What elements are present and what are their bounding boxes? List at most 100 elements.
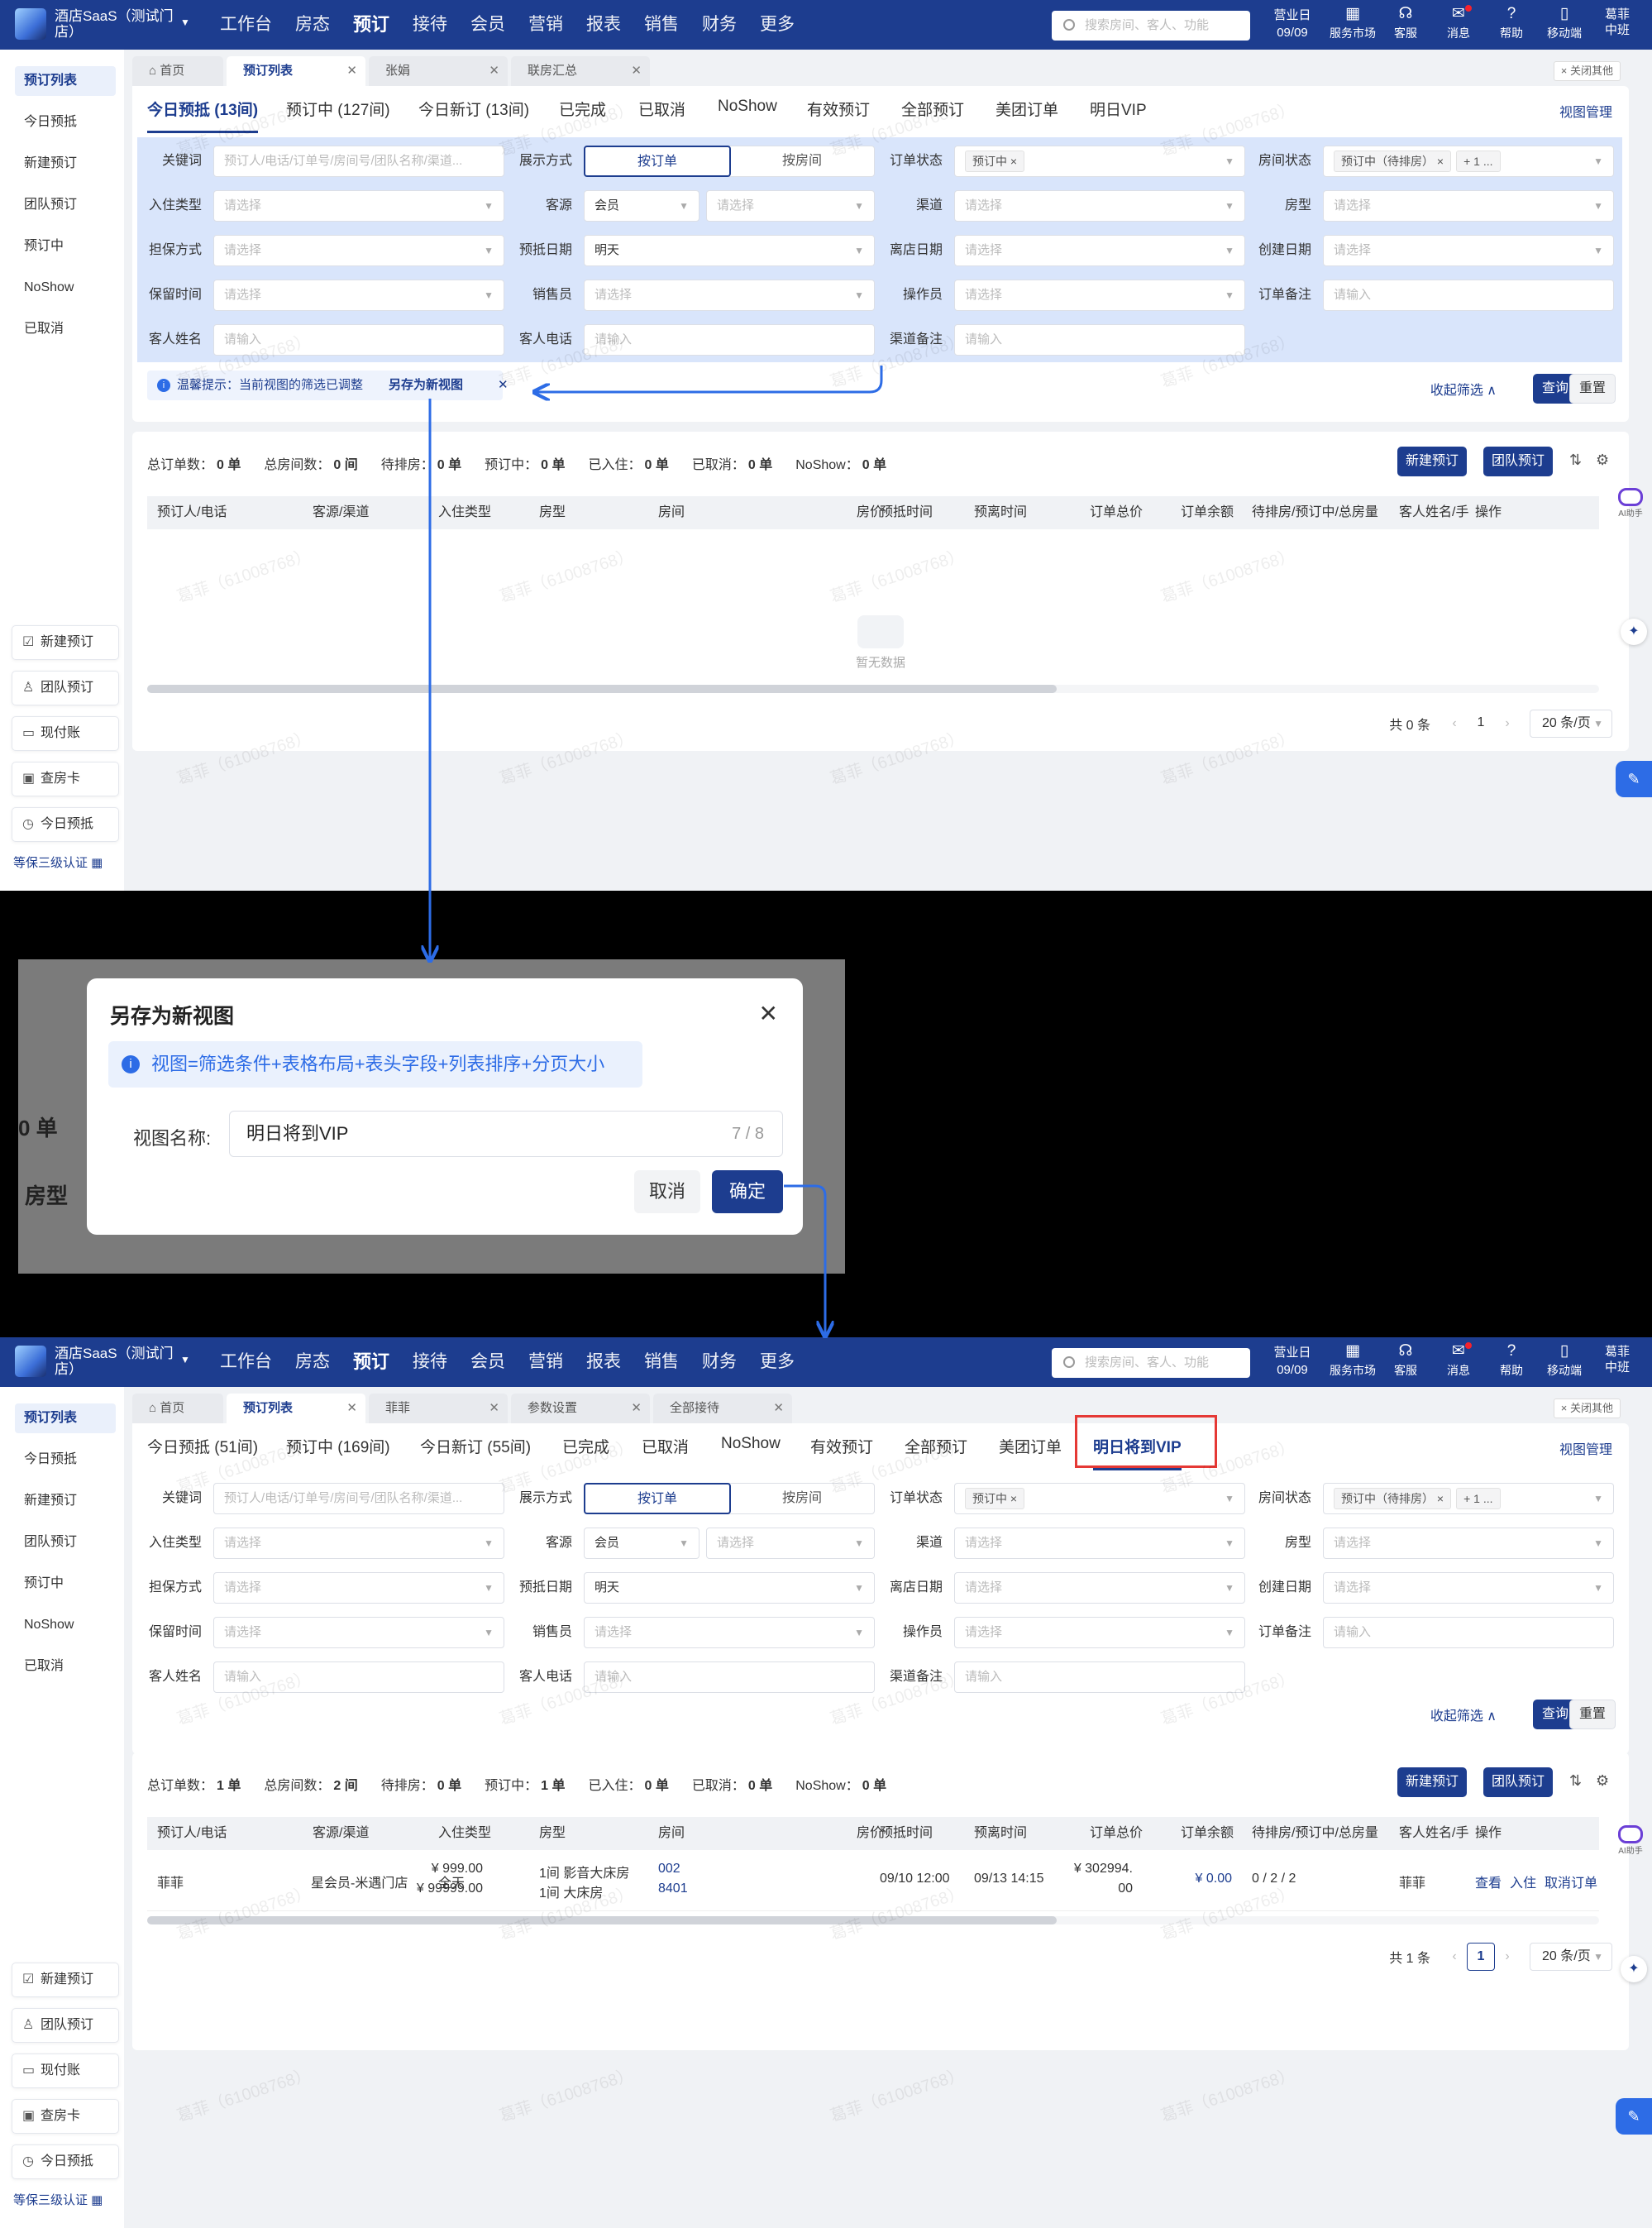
cell-balance[interactable]: ¥ 0.00	[1196, 1872, 1232, 1886]
sidebar-item-booking-in-progress[interactable]: 预订中	[15, 1569, 116, 1599]
nav-report[interactable]: 报表	[575, 0, 633, 50]
confirm-button[interactable]: 确定	[712, 1170, 783, 1213]
cancel-order-link[interactable]: 取消订单	[1545, 1872, 1597, 1891]
user-menu[interactable]: 葛菲 中班	[1591, 3, 1644, 41]
message-button[interactable]: ✉ 消息	[1432, 3, 1485, 41]
quick-group-booking-button[interactable]: ♙ 团队预订	[12, 2008, 119, 2043]
quick-today-arrival-button[interactable]: ◷ 今日预抵	[12, 807, 119, 842]
help-button[interactable]: ? 帮助	[1485, 3, 1538, 41]
tab-home[interactable]: ⌂ 首页	[132, 56, 223, 86]
sidebar-item-cancelled[interactable]: 已取消	[15, 314, 116, 344]
page-size-select[interactable]: 20 条/页 ▼	[1530, 1943, 1612, 1971]
checkin-type-select[interactable]: 请选择 ▼	[213, 190, 504, 222]
gear-icon[interactable]: ⚙	[1596, 1772, 1609, 1790]
nav-booking[interactable]: 预订	[341, 0, 401, 50]
operator-select[interactable]: 请选择 ▼	[954, 1617, 1245, 1648]
prev-page-icon[interactable]: ‹	[1442, 1949, 1467, 1964]
customer-service-button[interactable]: ☊ 客服	[1379, 1341, 1432, 1379]
horizontal-scrollbar[interactable]	[147, 685, 1599, 693]
operator-select[interactable]: 请选择 ▼	[954, 280, 1245, 311]
security-cert-link[interactable]: 等保三级认证 ▦	[13, 2191, 103, 2208]
channel-select[interactable]: 请选择 ▼	[954, 1528, 1245, 1559]
sidebar-item-cancelled[interactable]: 已取消	[15, 1652, 116, 1681]
sidebar-item-booking-list[interactable]: 预订列表	[15, 1403, 116, 1433]
tab-guest[interactable]: 张娟 ✕	[369, 56, 508, 86]
tab-all-reception[interactable]: 全部接待 ✕	[653, 1394, 792, 1423]
close-icon[interactable]: ✕	[773, 1394, 784, 1423]
keyword-input[interactable]: 预订人/电话/订单号/房间号/团队名称/渠道...	[213, 1483, 504, 1514]
view-tab-tomorrow-vip[interactable]: 明日VIP	[1090, 98, 1147, 120]
prev-page-icon[interactable]: ‹	[1442, 716, 1467, 731]
arrive-date-select[interactable]: 明天 ▼	[584, 1572, 875, 1604]
service-market-button[interactable]: ▦ 服务市场	[1326, 3, 1379, 41]
channel-select[interactable]: 请选择 ▼	[954, 190, 1245, 222]
sidebar-item-today-arrival[interactable]: 今日预抵	[15, 108, 116, 137]
close-others-button[interactable]: × 关闭其他	[1553, 1398, 1621, 1418]
nav-marketing[interactable]: 营销	[517, 1337, 575, 1387]
nav-sales[interactable]: 销售	[633, 0, 690, 50]
close-icon[interactable]: ✕	[631, 1394, 642, 1423]
collapse-filter-link[interactable]: 收起筛选 ∧	[1430, 1704, 1497, 1724]
view-tab-today-new[interactable]: 今日新订 (55间)	[420, 1435, 531, 1457]
global-search-input[interactable]: 搜索房间、客人、功能	[1052, 11, 1250, 41]
collapse-filter-link[interactable]: 收起筛选 ∧	[1430, 379, 1497, 399]
close-icon[interactable]: ✕	[346, 1394, 357, 1423]
salesperson-select[interactable]: 请选择 ▼	[584, 1617, 875, 1648]
nav-finance[interactable]: 财务	[690, 1337, 748, 1387]
mobile-button[interactable]: ▯ 移动端	[1538, 1341, 1591, 1379]
help-button[interactable]: ? 帮助	[1485, 1341, 1538, 1379]
sidebar-item-booking-list[interactable]: 预订列表	[15, 66, 116, 96]
security-cert-link[interactable]: 等保三级认证 ▦	[13, 853, 103, 871]
source-sub-select[interactable]: 请选择 ▼	[706, 1528, 875, 1559]
checkin-type-select[interactable]: 请选择 ▼	[213, 1528, 504, 1559]
nav-marketing[interactable]: 营销	[517, 0, 575, 50]
tab-settings[interactable]: 参数设置 ✕	[511, 1394, 650, 1423]
tab-guest[interactable]: 菲菲 ✕	[369, 1394, 508, 1423]
new-booking-button[interactable]: 新建预订	[1397, 447, 1467, 476]
order-status-select[interactable]: 预订中 × ▼	[954, 146, 1245, 177]
close-icon[interactable]: ✕	[498, 371, 508, 400]
view-tab-today-arrival[interactable]: 今日预抵 (51间)	[147, 1435, 258, 1457]
sidebar-item-today-arrival[interactable]: 今日预抵	[15, 1445, 116, 1475]
ai-assistant-button[interactable]: AI助手	[1616, 1825, 1645, 1856]
table-row[interactable]: 菲菲 星会员-米遇门店 全天 1间 影音大床房 1间 大床房 002 8401 …	[147, 1850, 1599, 1911]
view-tab-in-progress[interactable]: 预订中 (169间)	[286, 1435, 390, 1457]
user-menu[interactable]: 葛菲 中班	[1591, 1341, 1644, 1379]
source-select[interactable]: 会员 ▼	[584, 1528, 699, 1559]
sparkle-icon[interactable]: ✦	[1621, 1956, 1647, 1982]
mobile-button[interactable]: ▯ 移动端	[1538, 3, 1591, 41]
cell-room-2[interactable]: 8401	[658, 1881, 688, 1896]
quick-room-card-button[interactable]: ▣ 查房卡	[12, 2099, 119, 2134]
order-remark-input[interactable]: 请输入	[1323, 280, 1614, 311]
nav-more[interactable]: 更多	[748, 1337, 806, 1387]
nav-more[interactable]: 更多	[748, 0, 806, 50]
close-others-button[interactable]: × 关闭其他	[1553, 61, 1621, 81]
new-booking-button[interactable]: 新建预订	[1397, 1767, 1467, 1797]
close-icon[interactable]: ✕	[631, 56, 642, 86]
nav-room-status[interactable]: 房态	[284, 1337, 341, 1387]
view-tab-noshow[interactable]: NoShow	[721, 1435, 781, 1453]
group-booking-button[interactable]: 团队预订	[1483, 1767, 1553, 1797]
nav-reception[interactable]: 接待	[401, 1337, 459, 1387]
arrive-date-select[interactable]: 明天 ▼	[584, 235, 875, 266]
view-tab-cancelled[interactable]: 已取消	[638, 98, 685, 120]
cell-room-1[interactable]: 002	[658, 1862, 680, 1877]
edit-note-icon[interactable]: ✎	[1616, 2098, 1652, 2135]
create-date-select[interactable]: 请选择 ▼	[1323, 235, 1614, 266]
view-tab-meituan[interactable]: 美团订单	[999, 1435, 1062, 1457]
reset-button[interactable]: 重置	[1569, 1700, 1616, 1729]
quick-cash-account-button[interactable]: ▭ 现付账	[12, 716, 119, 751]
reset-button[interactable]: 重置	[1569, 374, 1616, 404]
sidebar-item-group-booking[interactable]: 团队预订	[15, 190, 116, 220]
nav-booking[interactable]: 预订	[341, 1337, 401, 1387]
chevron-down-icon[interactable]: ▼	[180, 1354, 190, 1365]
global-search-input[interactable]: 搜索房间、客人、功能	[1052, 1348, 1250, 1378]
next-page-icon[interactable]: ›	[1495, 716, 1520, 731]
quick-new-booking-button[interactable]: ☑ 新建预订	[12, 1963, 119, 1997]
gear-icon[interactable]: ⚙	[1596, 452, 1609, 469]
sidebar-item-noshow[interactable]: NoShow	[15, 1610, 116, 1640]
room-status-select[interactable]: 预订中（待排房） × + 1 ... ▼	[1323, 1483, 1614, 1514]
create-date-select[interactable]: 请选择 ▼	[1323, 1572, 1614, 1604]
guarantee-select[interactable]: 请选择 ▼	[213, 1572, 504, 1604]
close-icon[interactable]: ✕	[489, 1394, 499, 1423]
